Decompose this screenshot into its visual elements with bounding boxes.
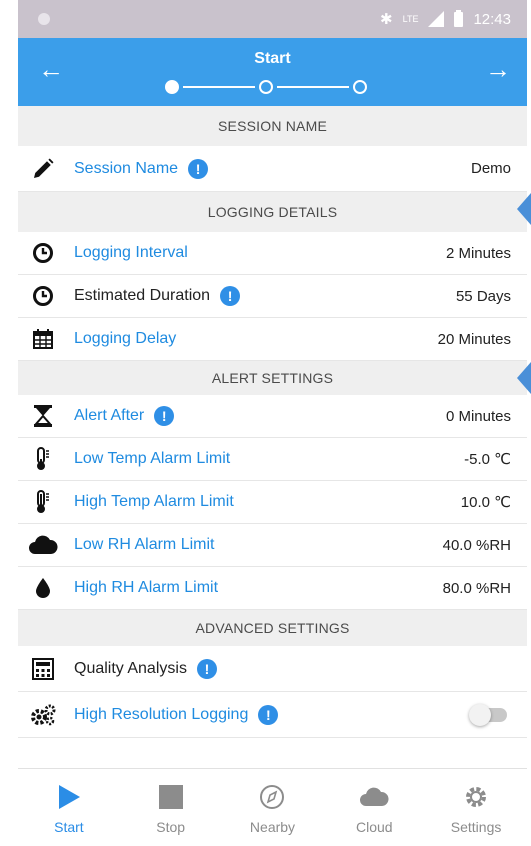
nav-cloud-label: Cloud [355,819,393,835]
high-rh-alarm-row[interactable]: High RH Alarm Limit 80.0 %RH [18,567,527,610]
bottom-navigation: Start Stop Nearby Cloud Settings [18,768,527,846]
logging-interval-row[interactable]: Logging Interval 2 Minutes [18,232,527,275]
gears-icon [28,703,58,727]
section-header-advanced-settings: ADVANCED SETTINGS [18,610,527,646]
calculator-icon [28,657,58,681]
signal-icon [428,11,445,27]
high-temp-alarm-row[interactable]: High Temp Alarm Limit 10.0 ℃ [18,481,527,524]
nav-cloud[interactable]: Cloud [323,769,425,846]
clock-icon [28,284,58,308]
status-time: 12:43 [473,10,511,28]
section-header-logging-details: LOGGING DETAILS [18,192,527,232]
high-temp-alarm-value: 10.0 ℃ [460,494,511,511]
nav-start[interactable]: Start [18,769,120,846]
session-name-label: Session Name [74,159,179,177]
section-header-session-name: SESSION NAME [18,106,527,146]
page-title: Start [254,50,291,67]
info-icon[interactable]: ! [196,658,217,679]
notification-dot-icon [38,13,50,25]
cloud-icon [28,533,58,557]
info-icon[interactable]: ! [258,704,279,725]
thermometer-high-icon [28,490,58,514]
hourglass-icon [28,404,58,428]
step-indicator [165,79,375,95]
step-connector [277,86,349,88]
alert-after-row[interactable]: Alert After ! 0 Minutes [18,395,527,438]
step-connector [183,86,255,88]
droplet-icon [28,576,58,600]
nav-start-label: Start [54,819,84,835]
nav-stop[interactable]: Stop [120,769,222,846]
quality-analysis-row: Quality Analysis ! [18,646,527,692]
low-rh-alarm-row[interactable]: Low RH Alarm Limit 40.0 %RH [18,524,527,567]
logging-delay-label: Logging Delay [74,330,177,347]
nav-settings-label: Settings [450,819,502,835]
toggle-knob[interactable] [469,703,491,726]
low-temp-alarm-value: -5.0 ℃ [464,451,511,468]
low-rh-alarm-value: 40.0 %RH [442,536,511,554]
thermometer-low-icon [28,447,58,471]
phone-screen: ✱ LTE 12:43 ← Start → SESSION NAME Sessi… [18,0,527,846]
logging-interval-value: 2 Minutes [445,244,511,262]
step-2-dot [259,80,273,94]
estimated-duration-value: 55 Days [455,287,511,305]
clock-icon [28,241,58,265]
high-rh-alarm-value: 80.0 %RH [442,579,511,597]
nav-nearby[interactable]: Nearby [222,769,324,846]
logging-delay-row[interactable]: Logging Delay 20 Minutes [18,318,527,361]
low-rh-alarm-label: Low RH Alarm Limit [74,536,215,553]
pencil-icon [28,157,58,181]
low-temp-alarm-row[interactable]: Low Temp Alarm Limit -5.0 ℃ [18,438,527,481]
compass-icon [255,781,289,813]
nav-stop-label: Stop [156,819,186,835]
app-bar: ← Start → [18,38,527,106]
high-rh-alarm-label: High RH Alarm Limit [74,579,219,596]
bluetooth-icon: ✱ [380,11,393,28]
section-header-alert-settings: ALERT SETTINGS [18,361,527,395]
callout-pointer [517,193,531,225]
step-3-dot [353,80,367,94]
step-1-dot [165,80,179,94]
status-icons: ✱ LTE 12:43 [380,9,511,28]
info-icon[interactable]: ! [188,158,209,179]
cloud-icon [357,781,391,813]
gear-icon [459,781,493,813]
info-icon[interactable]: ! [154,406,175,426]
settings-list[interactable]: SESSION NAME Session Name ! Demo LOGGING… [18,106,527,757]
arrow-right-icon[interactable]: → [485,54,511,84]
alert-after-label: Alert After [74,407,145,424]
estimated-duration-row: Estimated Duration ! 55 Days [18,275,527,318]
session-name-row[interactable]: Session Name ! Demo [18,146,527,192]
logging-delay-value: 20 Minutes [437,330,511,348]
network-label: LTE [402,14,419,24]
high-temp-alarm-label: High Temp Alarm Limit [74,493,234,510]
logging-interval-label: Logging Interval [74,244,188,261]
nav-nearby-label: Nearby [249,819,296,835]
high-resolution-logging-row[interactable]: High Resolution Logging ! [18,692,527,738]
calendar-icon [28,327,58,351]
low-temp-alarm-label: Low Temp Alarm Limit [74,450,231,467]
quality-analysis-label: Quality Analysis [74,659,187,677]
alert-after-value: 0 Minutes [445,407,511,425]
status-bar: ✱ LTE 12:43 [18,0,527,38]
info-icon[interactable]: ! [220,286,241,306]
high-resolution-logging-label: High Resolution Logging [74,705,249,723]
callout-pointer [517,362,531,394]
play-icon [52,781,86,813]
stop-icon [154,781,188,813]
high-resolution-toggle[interactable] [469,703,507,726]
battery-icon [454,9,464,27]
nav-settings[interactable]: Settings [425,769,527,846]
session-name-value: Demo [470,160,511,177]
estimated-duration-label: Estimated Duration [74,287,211,304]
